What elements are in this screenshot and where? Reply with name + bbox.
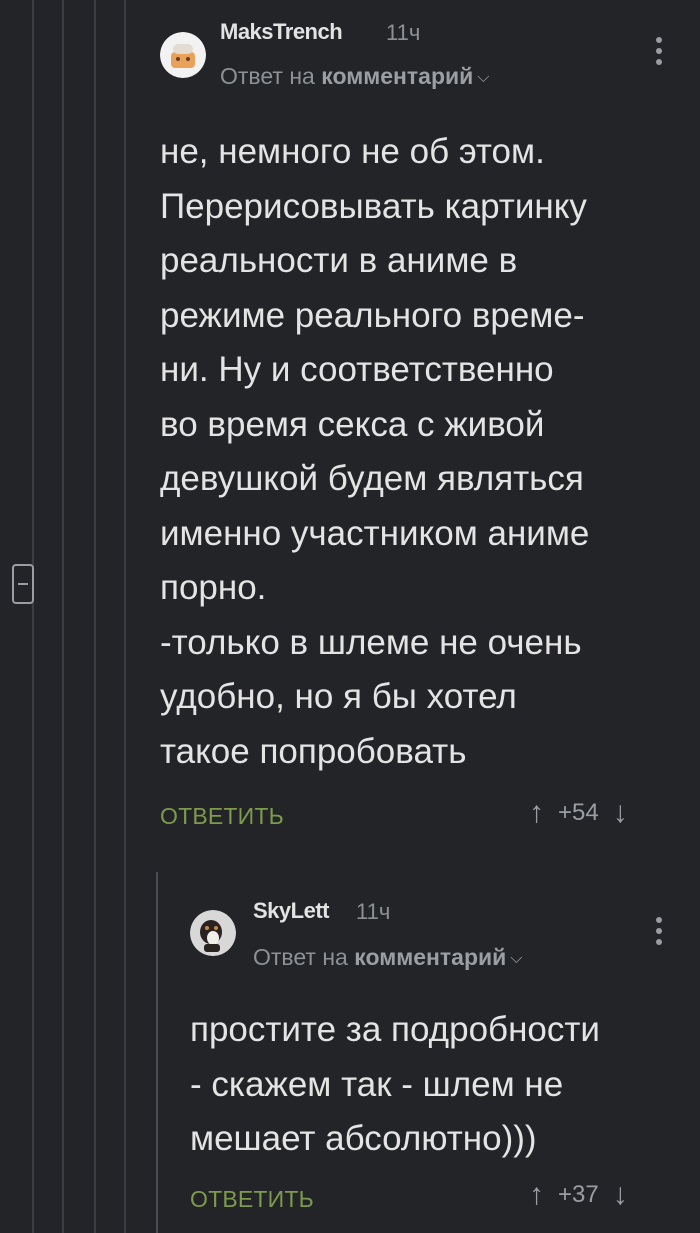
comment-text: простите за подробности - скажем так - ш… [190, 1010, 600, 1158]
reply-to-prefix: Ответ на [220, 63, 315, 89]
reply-to-prefix: Ответ на [253, 944, 348, 970]
vertical-dots-icon[interactable] [656, 37, 662, 70]
vote-controls: ↑ +37 ↓ [529, 1180, 628, 1210]
comment: SkyLett 11ч Ответ на комментарий ⌵ прости… [0, 880, 700, 1233]
comment-text: не, немного не об этом. Перерисовывать к… [160, 132, 590, 771]
reply-button[interactable]: ОТВЕТИТЬ [160, 803, 284, 830]
reply-to-link[interactable]: Ответ на комментарий ⌵ [253, 944, 522, 971]
comment-time: 11ч [356, 899, 391, 924]
arrow-up-icon[interactable]: ↑ [529, 798, 544, 828]
vertical-dots-icon[interactable] [656, 917, 662, 950]
rating: +37 [558, 1181, 599, 1208]
arrow-down-icon[interactable]: ↓ [613, 798, 628, 828]
rating: +54 [558, 799, 599, 826]
user-avatar[interactable] [190, 910, 236, 956]
comment-time: 11ч [386, 20, 421, 45]
chevron-down-icon[interactable]: ⌵ [477, 69, 489, 87]
comment-author[interactable]: MaksTrench [220, 19, 343, 45]
arrow-up-icon[interactable]: ↑ [529, 1180, 544, 1210]
reply-to-link[interactable]: Ответ на комментарий ⌵ [220, 63, 489, 90]
user-avatar[interactable] [160, 32, 206, 78]
chevron-down-icon[interactable]: ⌵ [510, 950, 522, 968]
reply-to-target[interactable]: комментарий [354, 944, 506, 970]
reply-to-target[interactable]: комментарий [321, 63, 473, 89]
reply-button[interactable]: ОТВЕТИТЬ [190, 1186, 314, 1213]
comment-author[interactable]: SkyLett [253, 898, 329, 924]
vote-controls: ↑ +54 ↓ [529, 798, 628, 828]
arrow-down-icon[interactable]: ↓ [613, 1180, 628, 1210]
comment: MaksTrench 11ч Ответ на комментарий ⌵ не,… [0, 0, 700, 860]
